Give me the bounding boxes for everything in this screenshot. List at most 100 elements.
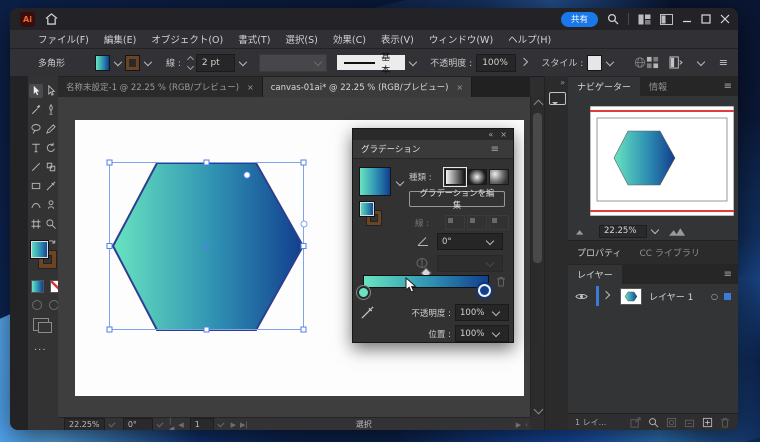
scroll-up-icon[interactable] [534,100,544,110]
type-tool[interactable] [29,141,43,155]
gradient-preview-swatch[interactable] [359,167,391,196]
document-tab-untitled[interactable]: 名称未設定-1 @ 22.25 % (RGB/プレビュー) × [58,77,263,97]
chevron-down-icon[interactable] [144,57,152,65]
close-icon[interactable] [720,14,730,24]
direct-selection-tool[interactable] [44,84,58,98]
pencil-tool[interactable] [44,122,58,136]
close-tab-icon[interactable]: × [247,83,254,92]
maximize-icon[interactable] [701,14,711,24]
fill-color-swatch[interactable] [95,55,110,71]
workspace-switcher-icon[interactable] [638,14,651,25]
gradient-stop-end-selected[interactable] [478,284,491,297]
layer-thumbnail[interactable] [620,288,642,305]
tab-properties[interactable]: プロパティ [568,243,630,262]
panel-menu-icon[interactable]: ≡ [724,269,732,280]
pen-tool[interactable] [44,103,58,117]
chevron-down-icon[interactable] [492,328,500,336]
selection-tool[interactable] [29,84,43,98]
menu-select[interactable]: 選択(S) [285,32,317,46]
radial-gradient-button[interactable] [467,169,487,185]
brush-definition-dropdown[interactable]: 基本 [337,55,404,70]
chevron-down-icon[interactable] [697,57,705,65]
chevron-down-icon[interactable] [606,57,614,65]
symbol-sprayer-tool[interactable] [44,198,58,212]
fill-swatch[interactable] [30,240,49,259]
delete-layer-icon[interactable] [720,417,730,428]
chevron-down-icon[interactable] [239,57,247,65]
magic-wand-tool[interactable] [29,103,43,117]
menu-view[interactable]: 表示(V) [381,32,414,46]
vertical-scrollbar[interactable] [530,97,545,417]
menu-help[interactable]: ヘルプ(H) [508,32,551,46]
chevron-down-icon[interactable] [218,420,225,427]
chevron-down-icon[interactable] [156,420,163,427]
gradient-fill-proxy[interactable] [359,201,375,217]
home-icon[interactable] [45,13,58,25]
align-icon[interactable] [646,56,659,69]
expand-dock-icon[interactable]: » [560,78,565,87]
line-segment-tool[interactable] [29,160,43,174]
zoom-tool[interactable] [44,217,58,231]
stop-position-dropdown[interactable]: 100% [455,325,509,342]
zoom-level-value[interactable]: 22.25% [64,418,105,430]
navigator-preview[interactable] [568,96,738,240]
stroke-weight-stepper[interactable] [188,57,193,69]
shaper-tool[interactable] [29,198,43,212]
chevron-down-icon[interactable] [486,236,494,244]
opacity-value[interactable]: 100% [476,54,516,72]
chevron-down-icon[interactable] [651,226,659,234]
status-flyout-icon[interactable]: ▶ [516,421,521,429]
document-setup-globe-icon[interactable] [634,56,646,69]
workspace-menu-icon[interactable]: ≡ [719,56,728,69]
chevron-down-icon[interactable] [108,420,115,427]
menu-window[interactable]: ウィンドウ(W) [429,32,493,46]
first-artboard-icon[interactable]: |◀ [169,417,174,431]
gradient-panel-tab[interactable]: グラデーション ≡ [353,140,513,159]
layer-selection-indicator[interactable] [724,293,731,300]
minimize-icon[interactable] [682,14,692,24]
scrollbar-thumb[interactable] [533,113,542,263]
draw-normal-icon[interactable] [32,300,42,310]
scale-tool[interactable] [44,160,58,174]
comments-panel-icon[interactable] [549,92,566,105]
rotation-value[interactable]: 0° [123,418,153,430]
previous-artboard-icon[interactable]: ◀ [178,421,183,429]
gradient-paint-button[interactable] [31,280,44,293]
locate-object-icon[interactable] [648,417,659,428]
artboard-number-value[interactable]: 1 [190,418,215,430]
gradient-slider[interactable] [363,275,489,288]
gradient-stop-start[interactable] [357,286,370,299]
menu-edit[interactable]: 編集(E) [104,32,136,46]
tab-info[interactable]: 情報 [640,77,676,96]
menu-file[interactable]: ファイル(F) [38,32,89,46]
close-tab-icon[interactable]: × [456,83,463,92]
close-panel-icon[interactable]: × [500,130,507,139]
collapse-panel-icon[interactable]: « [488,130,493,139]
eyedropper-tool[interactable] [44,179,58,193]
chevron-down-icon[interactable] [114,57,122,65]
menu-type[interactable]: 書式(T) [238,32,270,46]
navigator-zoom-value[interactable]: 22.25% [599,225,647,238]
visibility-eye-icon[interactable] [575,292,588,301]
share-button[interactable]: 共有 [561,12,598,27]
stroke-color-swatch[interactable] [125,55,140,71]
zoom-in-mountain-icon[interactable] [669,227,686,236]
stroke-weight-value[interactable]: 2 pt [196,54,236,72]
edit-gradient-button[interactable]: グラデーションを編集 [409,191,505,207]
menu-object[interactable]: オブジェクト(O) [151,32,223,46]
collect-for-export-icon[interactable] [630,417,641,428]
last-artboard-icon[interactable]: ▶| [240,421,248,429]
zoom-out-mountain-icon[interactable] [576,227,587,235]
chevron-right-icon[interactable] [519,57,527,65]
panel-menu-icon[interactable]: ≡ [724,81,732,92]
illustrator-logo-icon[interactable]: Ai [20,12,35,27]
search-icon[interactable] [607,13,619,25]
make-mask-icon[interactable] [666,417,677,428]
chevron-down-icon[interactable] [492,307,500,315]
next-artboard-icon[interactable]: ▶ [231,421,236,429]
edit-toolbar-dots[interactable]: ... [34,342,47,353]
chevron-down-icon[interactable] [408,57,416,65]
corner-radius-widget[interactable] [244,172,250,178]
arrange-documents-icon[interactable] [660,14,673,25]
freeform-gradient-button[interactable] [489,169,509,185]
